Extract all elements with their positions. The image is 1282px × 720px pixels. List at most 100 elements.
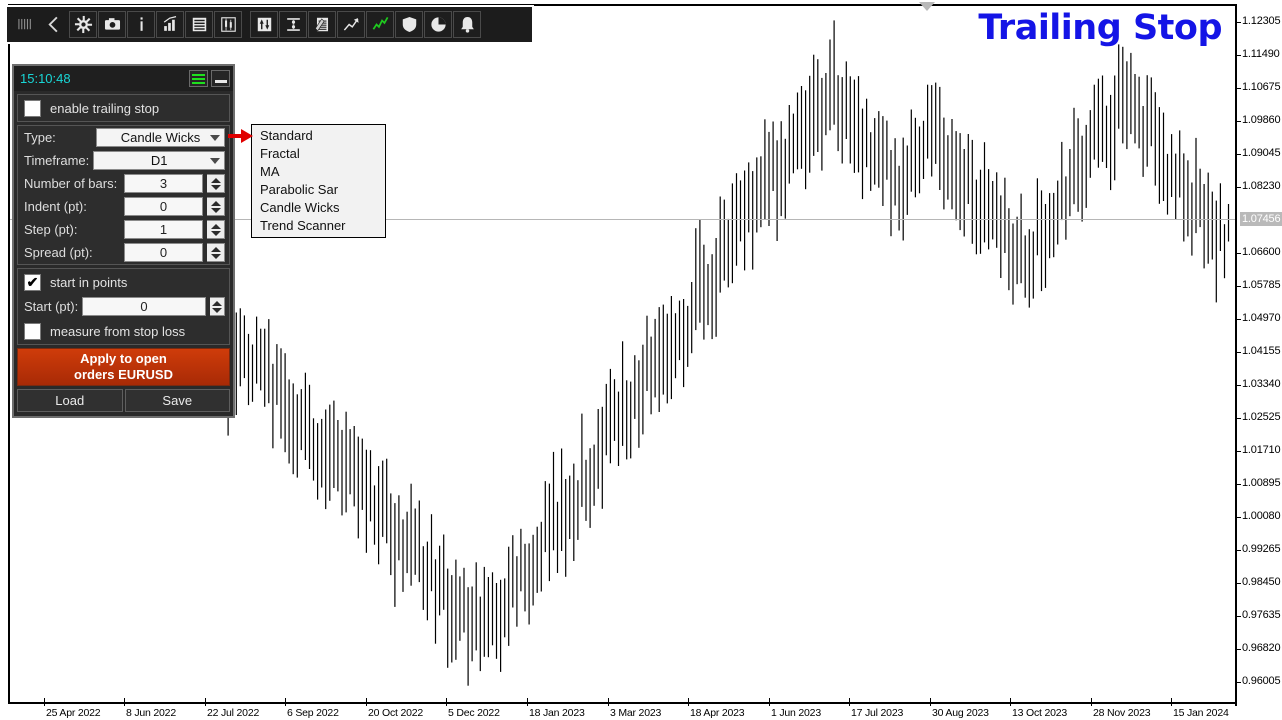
enable-trailing-stop-row[interactable]: enable trailing stop — [18, 95, 229, 121]
notes-document-icon[interactable] — [308, 11, 336, 38]
start-stepper[interactable] — [209, 297, 225, 316]
measure-from-stop-loss-checkbox[interactable] — [24, 322, 41, 340]
panel-toolbar[interactable] — [5, 5, 534, 44]
price-tick — [1236, 187, 1241, 189]
step-input-row: Step (pt): 1 — [18, 218, 229, 241]
date-axis-label: 8 Jun 2022 — [126, 707, 176, 719]
candlestick-icon[interactable] — [214, 11, 242, 38]
date-tick — [769, 698, 770, 706]
dropdown-option-candle-wicks[interactable]: Candle Wicks — [252, 199, 385, 217]
type-select-label: Type: — [24, 130, 56, 145]
price-axis-label: 1.10675 — [1242, 81, 1281, 94]
price-tick — [1236, 450, 1241, 452]
start-field-row: Start (pt): 0 — [18, 295, 229, 318]
drag-grip-icon[interactable] — [11, 11, 39, 38]
timeframe-select-label: Timeframe: — [24, 153, 90, 168]
price-tick — [1236, 681, 1241, 683]
collapse-left-icon[interactable] — [40, 11, 68, 38]
start-input[interactable]: 0 — [82, 297, 206, 316]
date-axis-label: 13 Oct 2023 — [1012, 707, 1068, 719]
number-of-bars-input[interactable]: 3 — [124, 174, 203, 193]
indent-input[interactable]: 0 — [124, 197, 203, 216]
type-dropdown-list[interactable]: Standard Fractal MA Parabolic Sar Candle Wic… — [251, 124, 386, 238]
price-tick — [1236, 253, 1241, 255]
price-axis-label: 0.98450 — [1242, 575, 1281, 588]
spread-stepper[interactable] — [207, 243, 225, 262]
price-tick — [1236, 483, 1241, 485]
start-in-points-checkbox[interactable]: ✔ — [24, 273, 41, 291]
list-icon[interactable] — [185, 11, 213, 38]
type-select-row: Type: Candle Wicks — [18, 126, 229, 149]
screenshot-camera-icon[interactable] — [98, 11, 126, 38]
dropdown-option-parabolic-sar[interactable]: Parabolic Sar — [252, 181, 385, 199]
date-axis-label: 18 Apr 2023 — [690, 707, 745, 719]
trailing-stop-panel[interactable]: 15:10:48 enable trailing stop Type: Candl… — [12, 64, 235, 418]
price-axis-label: 1.00080 — [1242, 509, 1281, 522]
indent-input-label: Indent (pt): — [24, 199, 87, 214]
info-icon[interactable] — [127, 11, 155, 38]
dropdown-option-standard[interactable]: Standard — [252, 127, 385, 145]
measure-from-stop-loss-row[interactable]: measure from stop loss — [18, 318, 229, 344]
minimize-icon[interactable] — [211, 70, 230, 87]
date-tick — [608, 698, 609, 706]
chevron-down-icon — [210, 157, 220, 164]
hamburger-icon[interactable] — [189, 70, 208, 87]
alert-bell-icon[interactable] — [453, 11, 481, 38]
price-tick — [1236, 549, 1241, 551]
settings-gear-icon[interactable] — [69, 11, 97, 38]
spread-input-label: Spread (pt): — [24, 245, 93, 260]
price-tick — [1236, 154, 1241, 156]
spread-input[interactable]: 0 — [124, 243, 203, 262]
chart-top-marker-icon — [919, 2, 935, 11]
price-axis-label: 1.05785 — [1242, 279, 1281, 292]
start-group: ✔ start in points Start (pt): 0 measure … — [17, 268, 230, 345]
date-tick — [930, 698, 931, 706]
price-axis-label: 0.96820 — [1242, 641, 1281, 654]
enable-group: enable trailing stop — [17, 94, 230, 122]
settings-fields-group: Type: Candle Wicks Timeframe: D1 Number of b… — [17, 125, 230, 265]
dropdown-option-trend-scanner[interactable]: Trend Scanner — [252, 217, 385, 235]
load-button[interactable]: Load — [17, 389, 123, 412]
save-button[interactable]: Save — [124, 389, 230, 412]
pie-chart-icon[interactable] — [424, 11, 452, 38]
zigzag-indicator-icon[interactable] — [366, 11, 394, 38]
price-axis-label: 1.06600 — [1242, 246, 1281, 259]
apply-to-open-orders-button[interactable]: Apply to open orders EURUSD — [17, 348, 230, 386]
timeframe-select[interactable]: D1 — [93, 151, 225, 170]
red-arrow-icon — [228, 129, 253, 143]
number-of-bars-stepper[interactable] — [207, 174, 225, 193]
price-axis-label: 1.12305 — [1242, 15, 1281, 28]
buy-sell-arrows-icon[interactable] — [250, 11, 278, 38]
trend-arrow-icon[interactable] — [337, 11, 365, 38]
price-axis-label: 1.04155 — [1242, 345, 1281, 357]
indent-input-row: Indent (pt): 0 — [18, 195, 229, 218]
spread-ibeam-icon[interactable] — [279, 11, 307, 38]
step-input[interactable]: 1 — [124, 220, 203, 239]
dropdown-option-ma[interactable]: MA — [252, 163, 385, 181]
price-tick — [1236, 121, 1241, 123]
step-input-label: Step (pt): — [24, 222, 78, 237]
date-tick — [1171, 698, 1172, 706]
bar-chart-icon[interactable] — [156, 11, 184, 38]
price-axis-line — [1235, 4, 1237, 706]
dropdown-option-fractal[interactable]: Fractal — [252, 145, 385, 163]
date-axis-label: 1 Jun 2023 — [771, 707, 821, 719]
price-axis-label: 1.08230 — [1242, 180, 1281, 193]
type-select[interactable]: Candle Wicks — [96, 128, 225, 147]
enable-trailing-stop-checkbox[interactable] — [24, 99, 41, 117]
step-stepper[interactable] — [207, 220, 225, 239]
number-of-bars-input-row: Number of bars: 3 — [18, 172, 229, 195]
price-tick — [1236, 417, 1241, 419]
date-tick — [366, 698, 367, 706]
panel-bottom-buttons: Load Save — [17, 389, 230, 412]
date-axis-label: 17 Jul 2023 — [851, 707, 904, 719]
date-axis-label: 3 Mar 2023 — [610, 707, 662, 719]
date-tick — [205, 698, 206, 706]
indent-stepper[interactable] — [207, 197, 225, 216]
price-axis-label: 1.00895 — [1242, 476, 1281, 489]
shield-icon[interactable] — [395, 11, 423, 38]
trading-terminal-screen: 1.12305 1.11490 1.10675 1.09860 1.09045 1.082… — [0, 0, 1282, 720]
start-in-points-label: start in points — [50, 274, 128, 290]
price-axis-label: 1.04970 — [1242, 312, 1281, 325]
start-in-points-row[interactable]: ✔ start in points — [18, 269, 229, 295]
